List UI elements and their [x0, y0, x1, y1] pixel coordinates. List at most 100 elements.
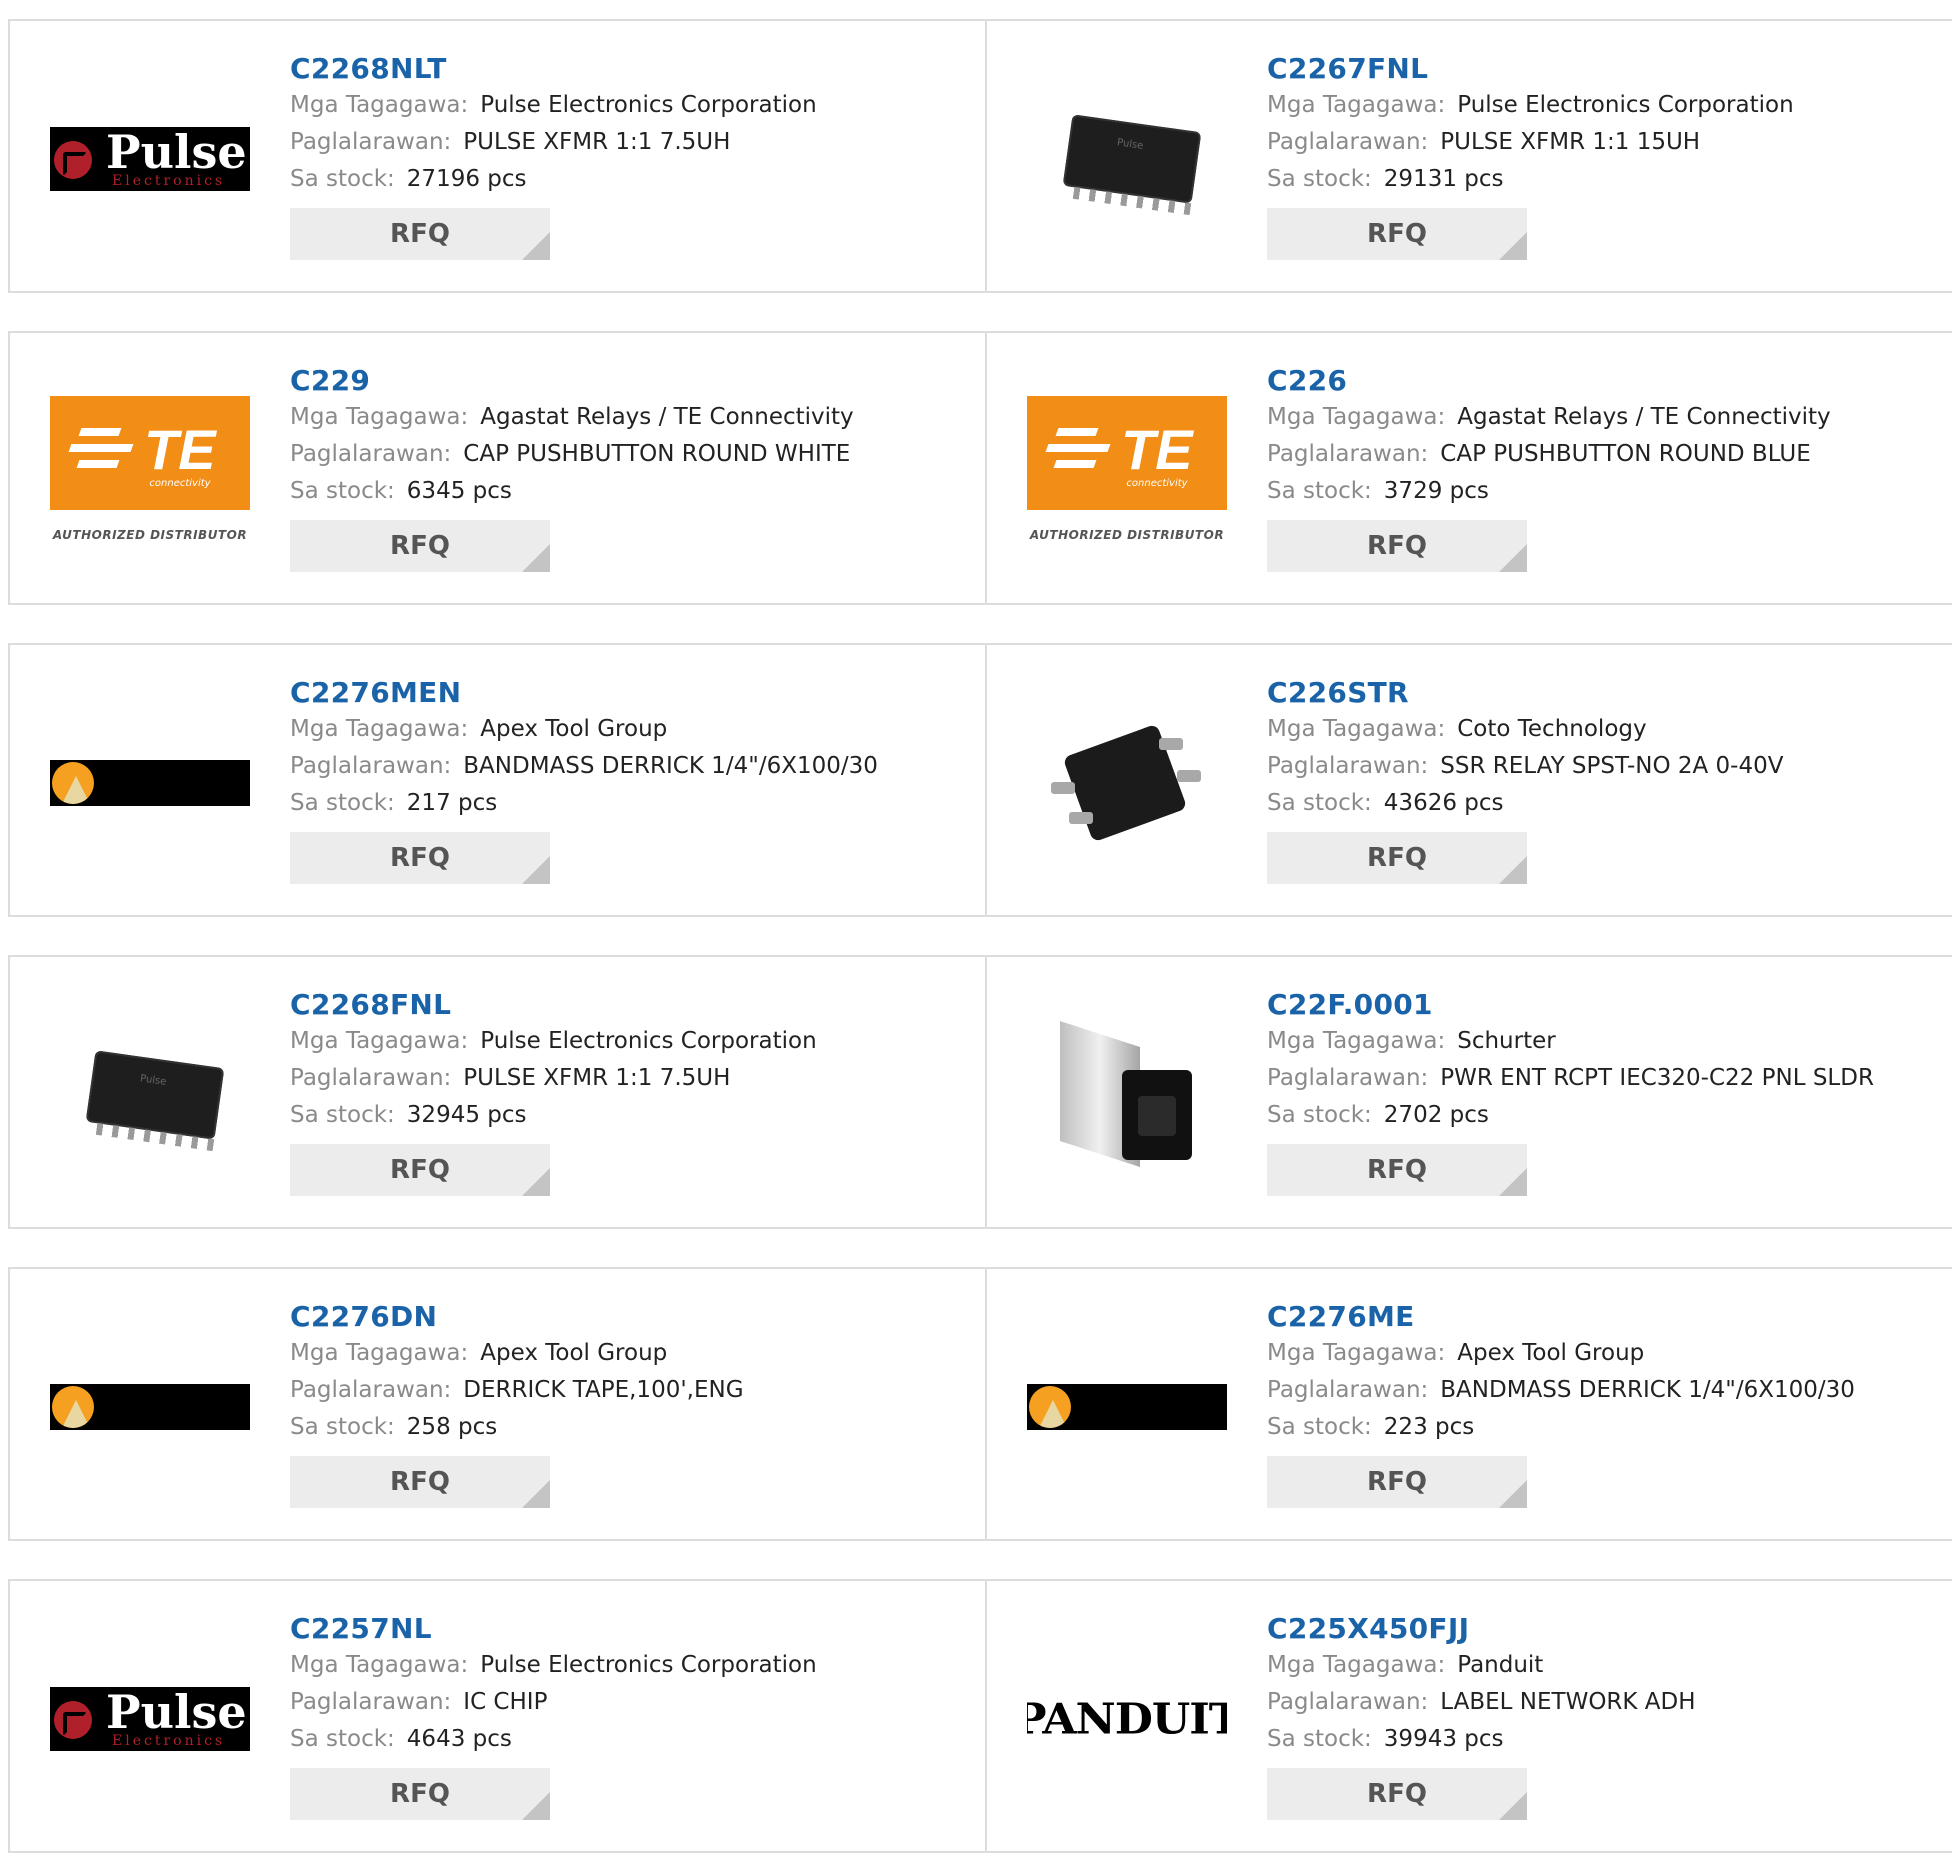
rfq-button[interactable]: RFQ: [290, 1144, 550, 1196]
part-number-link[interactable]: C2257NL: [290, 1611, 817, 1647]
panduit-logo: PANDUIT: [1027, 1694, 1227, 1744]
stock-label: Sa stock:: [1267, 790, 1372, 816]
rfq-button[interactable]: RFQ: [290, 832, 550, 884]
manufacturer-field: Mga Tagagawa: Apex Tool Group: [290, 711, 878, 748]
manufacturer-field: Mga Tagagawa: Schurter: [1267, 1023, 1874, 1060]
product-card: C22F.0001 Mga Tagagawa: Schurter Paglalar…: [987, 957, 1952, 1227]
manufacturer-field: Mga Tagagawa: Agastat Relays / TE Connect…: [1267, 399, 1831, 436]
manufacturer-value: Apex Tool Group: [1457, 1340, 1645, 1366]
pulse-logo-word: Pulse: [106, 1685, 247, 1739]
part-number-link[interactable]: C22F.0001: [1267, 987, 1874, 1023]
stock-value: 6345 pcs: [406, 478, 512, 504]
rfq-button[interactable]: RFQ: [1267, 208, 1527, 260]
apex-logo: [50, 760, 250, 806]
rfq-button[interactable]: RFQ: [1267, 832, 1527, 884]
rfq-button[interactable]: RFQ: [290, 208, 550, 260]
product-image[interactable]: [1027, 1307, 1227, 1507]
stock-field: Sa stock: 223 pcs: [1267, 1409, 1855, 1446]
product-info: C226 Mga Tagagawa: Agastat Relays / TE Co…: [1267, 363, 1831, 572]
rfq-label: RFQ: [390, 1155, 450, 1185]
product-info: C2257NL Mga Tagagawa: Pulse Electronics C…: [290, 1611, 817, 1820]
stock-value: 27196 pcs: [406, 166, 527, 192]
description-value: PULSE XFMR 1:1 7.5UH: [463, 129, 731, 155]
product-info: C2276DN Mga Tagagawa: Apex Tool Group Pag…: [290, 1299, 744, 1508]
rfq-button[interactable]: RFQ: [290, 520, 550, 572]
product-image[interactable]: Pulse Electronics: [50, 1619, 250, 1819]
product-info: C2276ME Mga Tagagawa: Apex Tool Group Pag…: [1267, 1299, 1855, 1508]
corner-decoration: [1499, 232, 1527, 260]
product-info: C2268NLT Mga Tagagawa: Pulse Electronics …: [290, 51, 817, 260]
corner-decoration: [522, 544, 550, 572]
product-image[interactable]: [50, 1307, 250, 1507]
stock-value: 258 pcs: [406, 1414, 498, 1440]
description-field: Paglalarawan: CAP PUSHBUTTON ROUND BLUE: [1267, 436, 1831, 473]
part-number-link[interactable]: C2268FNL: [290, 987, 817, 1023]
product-card: PANDUIT C225X450FJJ Mga Tagagawa: Panduit…: [987, 1581, 1952, 1851]
product-image[interactable]: TE connectivity AUTHORIZED DISTRIBUTOR: [50, 371, 250, 571]
product-image[interactable]: Pulse: [1027, 59, 1227, 259]
manufacturer-value: Agastat Relays / TE Connectivity: [1457, 404, 1831, 430]
stock-field: Sa stock: 4643 pcs: [290, 1721, 817, 1758]
part-number-link[interactable]: C226STR: [1267, 675, 1783, 711]
corner-decoration: [522, 1792, 550, 1820]
product-image[interactable]: Pulse Electronics: [50, 59, 250, 259]
pulse-mark-icon: [54, 1701, 92, 1739]
stock-field: Sa stock: 2702 pcs: [1267, 1097, 1874, 1134]
description-field: Paglalarawan: SSR RELAY SPST-NO 2A 0-40V: [1267, 748, 1783, 785]
manufacturer-label: Mga Tagagawa:: [290, 92, 469, 118]
product-image[interactable]: [50, 683, 250, 883]
te-stripe: [76, 460, 120, 468]
corner-decoration: [522, 1168, 550, 1196]
product-image[interactable]: PANDUIT: [1027, 1619, 1227, 1819]
rfq-label: RFQ: [1367, 1155, 1427, 1185]
part-number-link[interactable]: C2276MEN: [290, 675, 878, 711]
rfq-label: RFQ: [390, 1467, 450, 1497]
corner-decoration: [1499, 1792, 1527, 1820]
rfq-label: RFQ: [390, 843, 450, 873]
stock-label: Sa stock:: [1267, 1414, 1372, 1440]
part-number-link[interactable]: C225X450FJJ: [1267, 1611, 1696, 1647]
description-label: Paglalarawan:: [1267, 441, 1429, 467]
rfq-button[interactable]: RFQ: [1267, 520, 1527, 572]
product-image[interactable]: [1027, 683, 1227, 883]
transformer-chip-photo: Pulse: [70, 1045, 230, 1152]
part-number-link[interactable]: C226: [1267, 363, 1831, 399]
rfq-button[interactable]: RFQ: [1267, 1144, 1527, 1196]
stock-label: Sa stock:: [1267, 1102, 1372, 1128]
product-image[interactable]: Pulse: [50, 995, 250, 1195]
part-number-link[interactable]: C2267FNL: [1267, 51, 1794, 87]
stock-value: 4643 pcs: [406, 1726, 512, 1752]
rfq-button[interactable]: RFQ: [1267, 1456, 1527, 1508]
product-row: TE connectivity AUTHORIZED DISTRIBUTOR C22…: [8, 331, 1952, 605]
manufacturer-label: Mga Tagagawa:: [290, 1652, 469, 1678]
apex-mark-icon: [52, 1386, 94, 1428]
product-image[interactable]: [1027, 995, 1227, 1195]
product-info: C2276MEN Mga Tagagawa: Apex Tool Group Pa…: [290, 675, 878, 884]
manufacturer-field: Mga Tagagawa: Coto Technology: [1267, 711, 1783, 748]
manufacturer-field: Mga Tagagawa: Pulse Electronics Corporati…: [1267, 87, 1794, 124]
description-value: CAP PUSHBUTTON ROUND WHITE: [463, 441, 851, 467]
description-label: Paglalarawan:: [290, 1377, 452, 1403]
manufacturer-value: Agastat Relays / TE Connectivity: [480, 404, 854, 430]
stock-value: 32945 pcs: [406, 1102, 527, 1128]
stock-field: Sa stock: 27196 pcs: [290, 161, 817, 198]
part-number-link[interactable]: C2276DN: [290, 1299, 744, 1335]
apex-logo: [50, 1384, 250, 1430]
rfq-button[interactable]: RFQ: [290, 1768, 550, 1820]
te-logo: TE connectivity AUTHORIZED DISTRIBUTOR: [50, 396, 250, 546]
product-image[interactable]: TE connectivity AUTHORIZED DISTRIBUTOR: [1027, 371, 1227, 571]
manufacturer-label: Mga Tagagawa:: [290, 1340, 469, 1366]
rfq-button[interactable]: RFQ: [1267, 1768, 1527, 1820]
product-row: C2276DN Mga Tagagawa: Apex Tool Group Pag…: [8, 1267, 1952, 1541]
part-number-link[interactable]: C2268NLT: [290, 51, 817, 87]
stock-value: 43626 pcs: [1383, 790, 1504, 816]
part-number-link[interactable]: C229: [290, 363, 854, 399]
rfq-button[interactable]: RFQ: [290, 1456, 550, 1508]
corner-decoration: [1499, 856, 1527, 884]
description-label: Paglalarawan:: [290, 1689, 452, 1715]
product-row: C2276MEN Mga Tagagawa: Apex Tool Group Pa…: [8, 643, 1952, 917]
manufacturer-value: Pulse Electronics Corporation: [480, 1652, 817, 1678]
manufacturer-field: Mga Tagagawa: Apex Tool Group: [290, 1335, 744, 1372]
stock-field: Sa stock: 3729 pcs: [1267, 473, 1831, 510]
part-number-link[interactable]: C2276ME: [1267, 1299, 1855, 1335]
